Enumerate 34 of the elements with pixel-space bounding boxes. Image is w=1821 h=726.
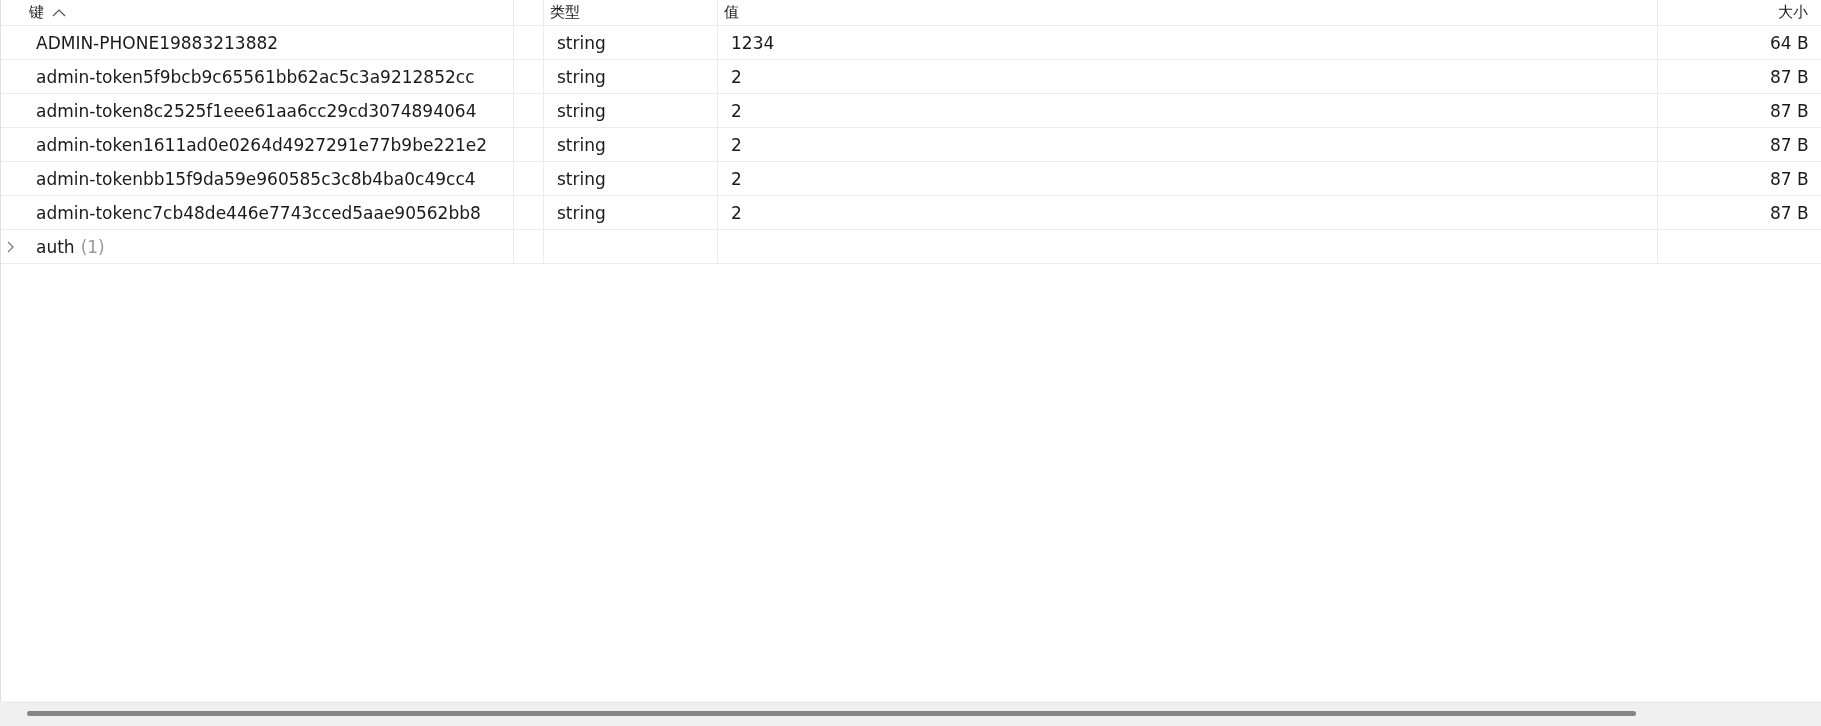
value-text: 2 xyxy=(731,168,742,189)
folder-name[interactable]: auth xyxy=(36,236,75,257)
key-text[interactable]: admin-tokenbb15f9da59e960585c3c8b4ba0c49cc4 xyxy=(36,168,476,189)
key-text[interactable]: admin-tokenc7cb48de446e7743cced5aae90562bb8 xyxy=(36,202,481,223)
size-text: 64 B xyxy=(1770,32,1809,53)
column-header[interactable]: 大小 xyxy=(1658,0,1821,26)
value-text: 2 xyxy=(731,202,742,223)
column-header[interactable]: 类型 xyxy=(544,0,718,26)
type-text: string xyxy=(557,32,606,53)
type-text: string xyxy=(557,100,606,121)
item-count: (1) xyxy=(80,236,105,257)
size-text: 87 B xyxy=(1770,134,1809,155)
value-text: 2 xyxy=(731,134,742,155)
key-text[interactable]: admin-token1611ad0e0264d4927291e77b9be221e2 xyxy=(36,134,488,155)
value-text: 2 xyxy=(731,100,742,121)
type-text: string xyxy=(557,202,606,223)
scrollbar-thumb[interactable] xyxy=(27,711,1636,716)
size-text: 87 B xyxy=(1770,66,1809,87)
horizontal-scrollbar[interactable] xyxy=(0,701,1821,726)
type-text: string xyxy=(557,168,606,189)
type-text: string xyxy=(557,134,606,155)
size-text: 87 B xyxy=(1770,100,1809,121)
type-text: string xyxy=(557,66,606,87)
chevron-right-icon[interactable] xyxy=(7,241,15,253)
column-header[interactable]: 键 xyxy=(1,0,514,26)
key-text[interactable]: ADMIN-PHONE19883213882 xyxy=(36,32,279,53)
key-text[interactable]: admin-token5f9bcb9c65561bb62ac5c3a9212852cc xyxy=(36,66,475,87)
value-text: 1234 xyxy=(731,32,775,53)
key-text[interactable]: admin-token8c2525f1eee61aa6cc29cd3074894064 xyxy=(36,100,477,121)
value-text: 2 xyxy=(731,66,742,87)
column-header[interactable]: 值 xyxy=(718,0,1658,26)
size-text: 87 B xyxy=(1770,202,1809,223)
size-text: 87 B xyxy=(1770,168,1809,189)
sort-ascending-icon xyxy=(52,8,66,17)
